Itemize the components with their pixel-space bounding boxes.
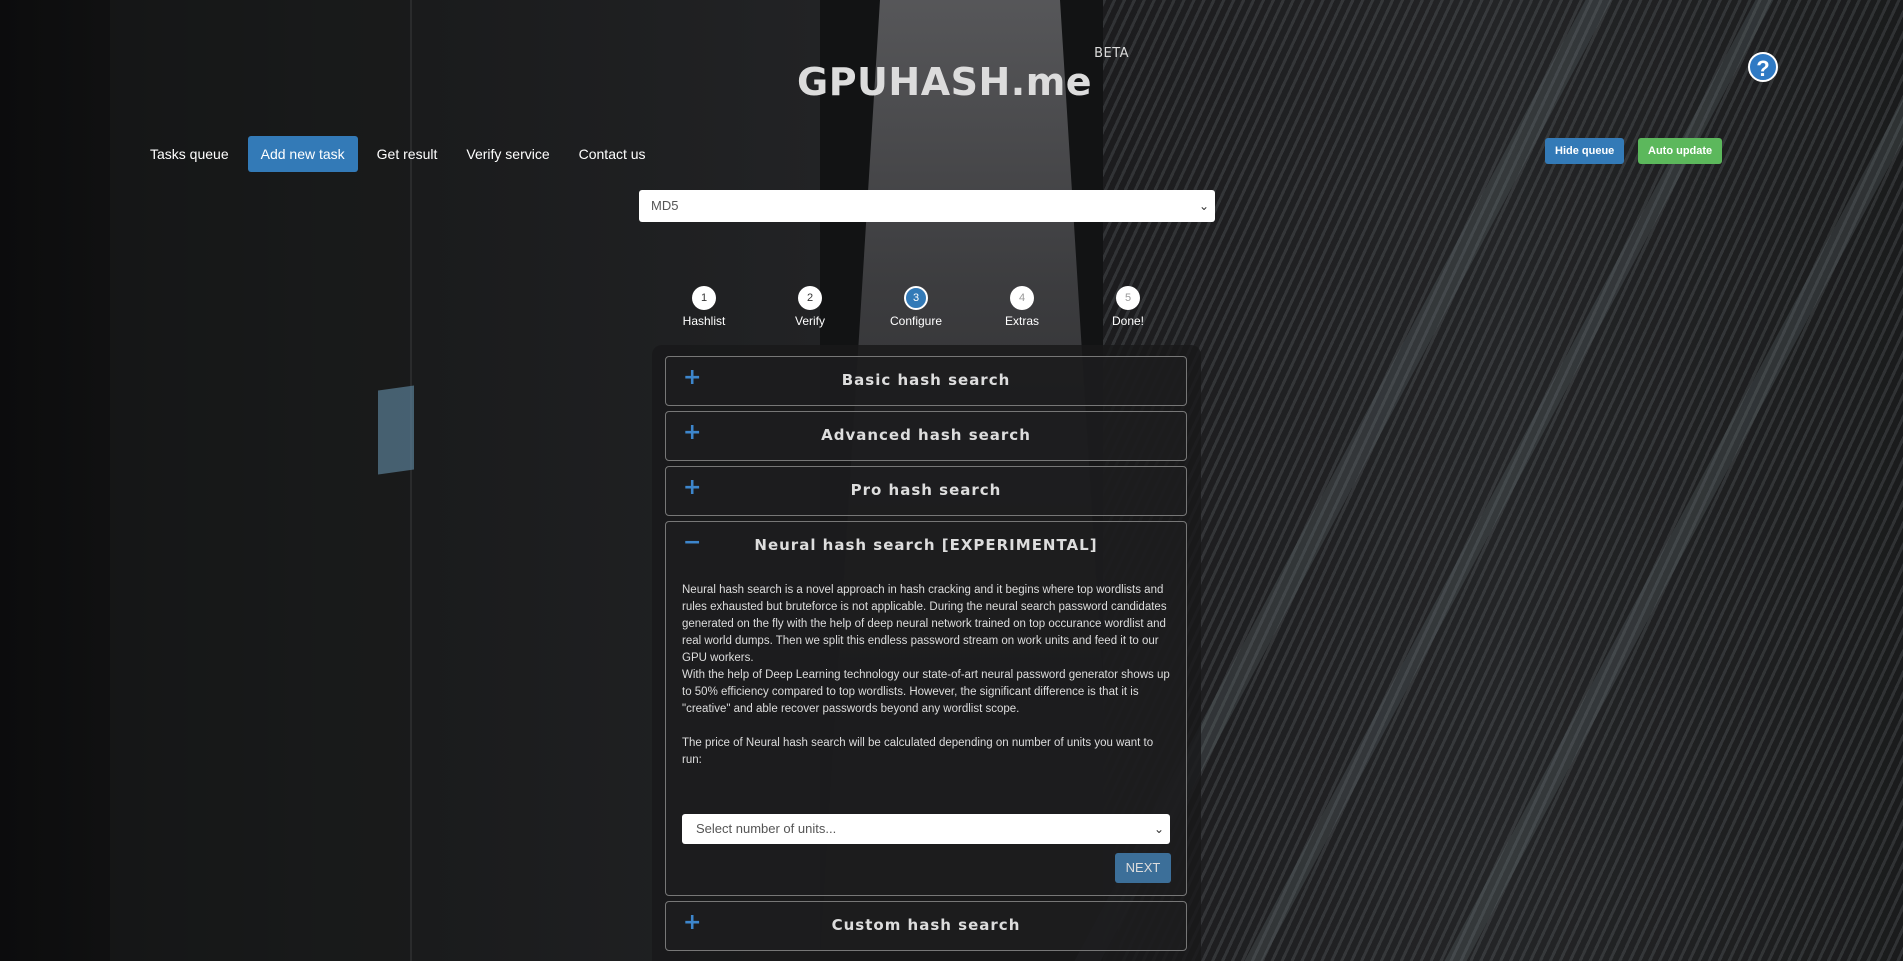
accordion-header[interactable]: + Basic hash search xyxy=(666,357,1186,405)
neural-search-description: Neural hash search is a novel approach i… xyxy=(666,570,1186,844)
nav-contact-us[interactable]: Contact us xyxy=(569,136,656,172)
beta-badge: BETA xyxy=(1094,46,1130,62)
step-number: 4 xyxy=(1010,286,1034,310)
step-configure[interactable]: 3 Configure xyxy=(871,286,961,328)
next-button[interactable]: NEXT xyxy=(1115,853,1171,883)
step-number: 3 xyxy=(904,286,928,310)
accordion-title: Advanced hash search xyxy=(821,426,1031,444)
step-hashlist[interactable]: 1 Hashlist xyxy=(659,286,749,328)
step-extras[interactable]: 4 Extras xyxy=(977,286,1067,328)
nav-verify-service[interactable]: Verify service xyxy=(456,136,559,172)
accordion-title: Basic hash search xyxy=(841,371,1011,389)
price-note: The price of Neural hash search will be … xyxy=(682,737,1154,766)
step-label: Hashlist xyxy=(682,314,726,328)
units-select[interactable]: Select number of units... ⌄ xyxy=(682,814,1170,844)
step-verify[interactable]: 2 Verify xyxy=(765,286,855,328)
accordion-title: Pro hash search xyxy=(850,481,1002,499)
accordion-header[interactable]: − Neural hash search [EXPERIMENTAL] xyxy=(666,522,1186,570)
accordion-header[interactable]: + Pro hash search xyxy=(666,467,1186,515)
step-done[interactable]: 5 Done! xyxy=(1083,286,1173,328)
accordion-title: Custom hash search xyxy=(831,916,1021,934)
step-number: 1 xyxy=(692,286,716,310)
step-label: Verify xyxy=(794,314,825,328)
logo-text: GPUHASH.me xyxy=(797,60,1093,104)
step-number: 5 xyxy=(1116,286,1140,310)
hide-queue-button[interactable]: Hide queue xyxy=(1545,138,1625,164)
hash-type-select[interactable]: MD5 ⌄ xyxy=(639,190,1215,222)
step-label: Done! xyxy=(1111,314,1145,328)
step-number: 2 xyxy=(798,286,822,310)
nav-add-new-task[interactable]: Add new task xyxy=(247,136,358,172)
accordion-advanced-hash-search: + Advanced hash search xyxy=(665,411,1187,461)
question-circle-icon[interactable]: ? xyxy=(1748,52,1778,82)
accordion-header[interactable]: + Advanced hash search xyxy=(666,412,1186,460)
step-label: Extras xyxy=(1004,314,1039,328)
chevron-down-icon: ⌄ xyxy=(1153,822,1164,836)
accordion-title: Neural hash search [EXPERIMENTAL] xyxy=(754,536,1098,554)
site-logo[interactable]: GPUHASH.meBETA xyxy=(797,46,1129,104)
description-paragraph: With the help of Deep Learning technolog… xyxy=(682,669,1170,715)
accordion-basic-hash-search: + Basic hash search xyxy=(665,356,1187,406)
main-nav: Tasks queue Add new task Get result Veri… xyxy=(140,136,665,172)
step-label: Configure xyxy=(889,314,943,328)
nav-get-result[interactable]: Get result xyxy=(367,136,448,172)
units-select-placeholder: Select number of units... xyxy=(696,821,837,836)
hash-type-value: MD5 xyxy=(651,198,679,213)
accordion-neural-hash-search: − Neural hash search [EXPERIMENTAL] Neur… xyxy=(665,521,1187,896)
accordion-header[interactable]: + Custom hash search xyxy=(666,902,1186,950)
auto-update-button[interactable]: Auto update xyxy=(1638,138,1723,164)
accordion-pro-hash-search: + Pro hash search xyxy=(665,466,1187,516)
description-paragraph: Neural hash search is a novel approach i… xyxy=(682,584,1167,664)
nav-tasks-queue[interactable]: Tasks queue xyxy=(140,136,239,172)
chevron-down-icon: ⌄ xyxy=(1198,199,1209,213)
accordion-custom-hash-search: + Custom hash search xyxy=(665,901,1187,951)
wizard-steps: 1 Hashlist 2 Verify 3 Configure 4 Extras… xyxy=(660,286,1198,330)
